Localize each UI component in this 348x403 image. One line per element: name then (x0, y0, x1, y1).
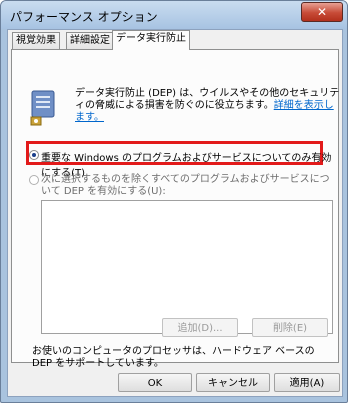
delete-button[interactable]: 削除(E) (252, 318, 328, 337)
performance-options-window: パフォーマンス オプション ✕ 視覚効果 詳細設定 データ実行防止 データ実行防… (0, 0, 348, 403)
window-title: パフォーマンス オプション (10, 10, 158, 24)
title-bar: パフォーマンス オプション ✕ (1, 1, 347, 29)
hardware-dep-note: お使いのコンピュータのプロセッサは、ハードウェア ベースの DEP をサポートし… (32, 346, 315, 369)
option2-label[interactable]: 次に選択するものを除くすべてのプログラムおよびサービスについて DEP を有効に… (41, 174, 331, 198)
ok-button[interactable]: OK (118, 373, 192, 392)
option2-radio[interactable] (29, 175, 39, 185)
tab-data-execution-prevention[interactable]: データ実行防止 (112, 30, 190, 50)
add-button[interactable]: 追加(D)... (162, 318, 238, 337)
exception-program-list[interactable] (41, 200, 333, 334)
cancel-button[interactable]: キャンセル (196, 373, 270, 392)
option1-radio[interactable] (29, 150, 39, 160)
dep-description: データ実行防止 (DEP) は、ウイルスやその他のセキュリティの脅威による損害を… (75, 88, 341, 124)
dep-tab-page: データ実行防止 (DEP) は、ウイルスやその他のセキュリティの脅威による損害を… (11, 49, 341, 369)
tab-visual-effects[interactable]: 視覚効果 (12, 32, 60, 49)
dialog-client-area: 視覚効果 詳細設定 データ実行防止 データ実行防止 (DEP) は、ウイルスやそ… (7, 29, 343, 397)
shield-icon (30, 90, 55, 126)
tab-advanced[interactable]: 詳細設定 (66, 32, 114, 49)
apply-button[interactable]: 適用(A) (274, 373, 340, 392)
close-button[interactable]: ✕ (301, 2, 343, 22)
